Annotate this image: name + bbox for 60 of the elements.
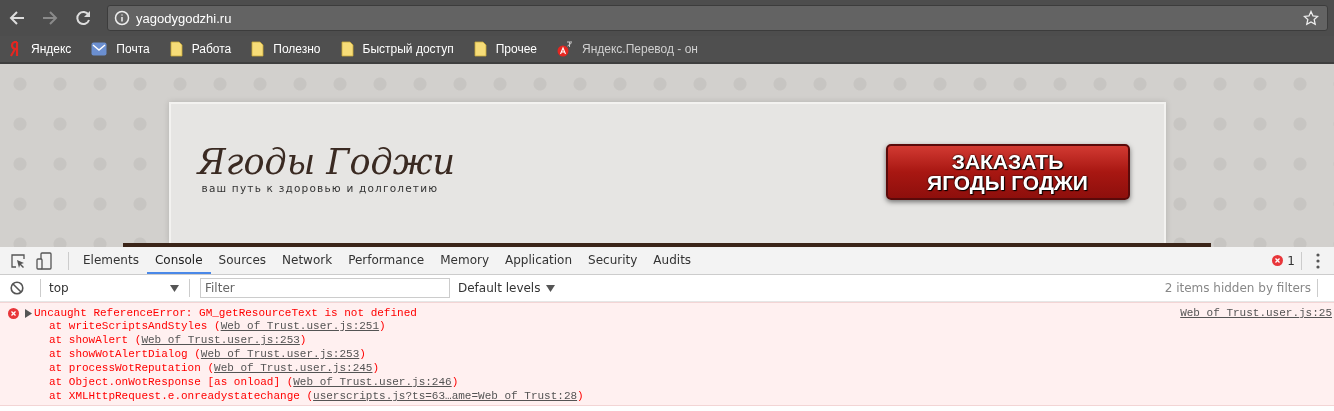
folder-icon [473,41,487,57]
bookmark[interactable]: Яндекс.Перевод - он [557,41,698,57]
devtools-tab[interactable]: Network [274,247,341,274]
address-bar[interactable]: yagodygodzhi.ru [107,5,1328,31]
error-icon [1272,255,1284,266]
translate-icon [557,41,573,57]
url-text: yagodygodzhi.ru [136,10,232,26]
levels-dropdown[interactable]: Default levels [458,281,556,295]
devtools-tab[interactable]: Audits [645,247,700,274]
bookmark[interactable]: Полезно [251,41,321,57]
devtools-tab[interactable]: Sources [210,247,275,274]
stack-frame: at processWotReputation (Web of Trust.user.js:245) [0,361,1334,375]
error-icon [8,307,19,319]
reload-icon[interactable] [74,9,92,27]
stack-frame-link[interactable]: Web of Trust.user.js:245 [214,362,373,374]
envelope-icon [91,42,108,56]
devtools-tab[interactable]: Security [580,247,646,274]
error-text: Uncaught ReferenceError: GM_getResourceText is not defined [34,307,417,319]
site-logo[interactable]: Ягоды Годжи [197,143,456,182]
stack-frame-link[interactable]: Web of Trust.user.js:251 [220,320,380,332]
stack-frame: at writeScriptsAndStyles (Web of Trust.user.js:251) [0,319,1334,333]
stack-frame-link[interactable]: Web of Trust.user.js:253 [200,348,360,360]
devtools-tab[interactable]: Console [146,247,211,274]
stack-frame: at Object.onWotResponse [as onload] (Web of Trust.user.js:246) [0,375,1334,389]
star-icon[interactable] [1303,10,1319,26]
bookmark[interactable]: Почта [91,42,150,56]
folder-icon [340,41,354,57]
expand-triangle-icon[interactable] [25,308,32,318]
forward-icon[interactable] [41,9,59,27]
stack-frame-link[interactable]: Web of Trust.user.js:246 [293,376,452,388]
stack-frame-link[interactable]: userscripts.js?ts=63…ame=Web of Trust:28 [313,390,578,402]
stack-frame-link[interactable]: Web of Trust.user.js:253 [141,334,300,346]
devtools-tab[interactable]: Performance [340,247,433,274]
source-link[interactable]: Web of Trust.user.js:25 [1180,307,1332,319]
filter-field[interactable]: Filter [200,278,450,298]
error-count[interactable]: 1 [1287,253,1295,268]
bookmark[interactable]: Быстрый доступ [340,41,454,57]
caret-icon [546,284,556,292]
order-button[interactable]: ЗАКАЗАТЬ ЯГОДЫ ГОДЖИ [885,143,1130,200]
bookmark[interactable]: Яндекс [10,41,72,57]
back-icon[interactable] [8,9,26,27]
device-icon[interactable] [36,251,52,270]
stack-frame: at XMLHttpRequest.e.onreadystatechange (userscripts.js?ts=63…ame=Web of Trust:28) [0,389,1334,403]
bookmark[interactable]: Работа [169,41,232,57]
devtools-tab[interactable]: Application [497,247,581,274]
more-options-icon[interactable] [1316,252,1320,269]
clear-console-icon[interactable] [10,281,24,295]
stack-frame: at showWotAlertDialog (Web of Trust.user.js:253) [0,347,1334,361]
stack-frame: at showAlert (Web of Trust.user.js:253) [0,333,1334,347]
site-tagline: ваш путь к здоровью и долголетию [201,181,440,194]
devtools-tab[interactable]: Elements [75,247,147,274]
info-icon[interactable] [114,10,130,26]
context-select[interactable]: top [47,281,183,295]
devtools-tab[interactable]: Memory [432,247,497,274]
folder-icon [251,41,265,57]
caret-icon [170,284,179,292]
inspect-icon[interactable] [10,252,26,269]
hidden-items-note: 2 items hidden by filters [1164,281,1311,295]
bookmark[interactable]: Прочее [473,41,537,57]
folder-icon [169,41,183,57]
